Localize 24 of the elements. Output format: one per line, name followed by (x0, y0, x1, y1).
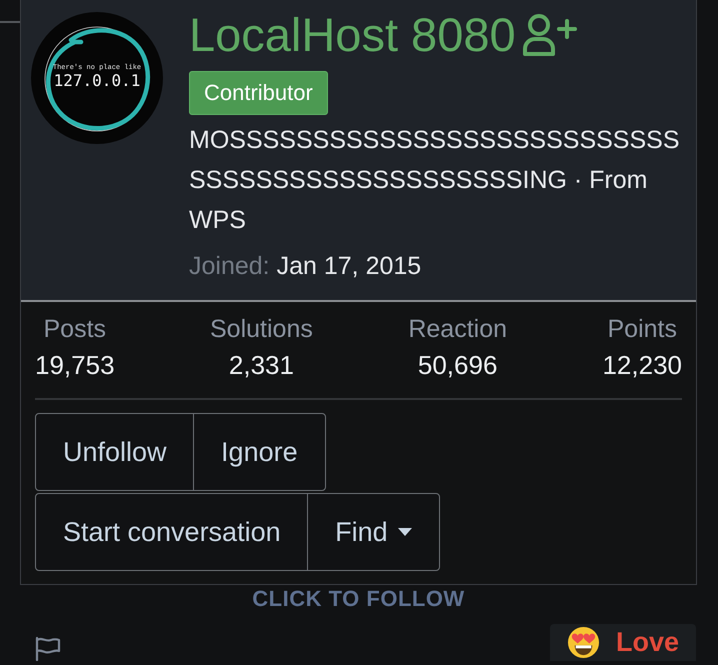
person-plus-icon[interactable] (522, 14, 578, 56)
action-button[interactable]: Unfollow (35, 413, 195, 491)
stat-value: 50,696 (418, 349, 498, 382)
stat-value: 2,331 (228, 349, 294, 382)
follow-link[interactable]: CLICK TO FOLLOW (252, 587, 465, 611)
stat-label: Reaction (408, 314, 507, 345)
role-badge: Contributor (189, 71, 328, 115)
avatar-address: 127.0.0.1 (54, 72, 140, 90)
user-title: MOSSSSSSSSSSSSSSSSSSSSSSSSSSSSSSSSSSSSSSSSSSSSSSSING · From WPS (189, 125, 680, 236)
love-reaction-button[interactable]: Love (550, 624, 696, 661)
joined-date: Jan 17, 2015 (276, 251, 422, 282)
stat-label: Solutions (210, 314, 313, 345)
stat-value: 19,753 (35, 349, 115, 382)
action-button[interactable]: Start conversation (35, 493, 309, 571)
caret-icon (398, 528, 412, 536)
username-link[interactable]: LocalHost 8080 (189, 8, 516, 62)
dropdown-button[interactable]: Find (307, 493, 440, 571)
stat-label: Points (607, 314, 677, 345)
joined-label: Joined: (189, 251, 270, 282)
stat-value: 12,230 (602, 349, 682, 382)
stat-label: Posts (44, 314, 106, 345)
action-button[interactable]: Ignore (193, 413, 326, 491)
heart-eyes-emoji-icon (566, 626, 600, 659)
flag-icon[interactable] (34, 636, 61, 661)
